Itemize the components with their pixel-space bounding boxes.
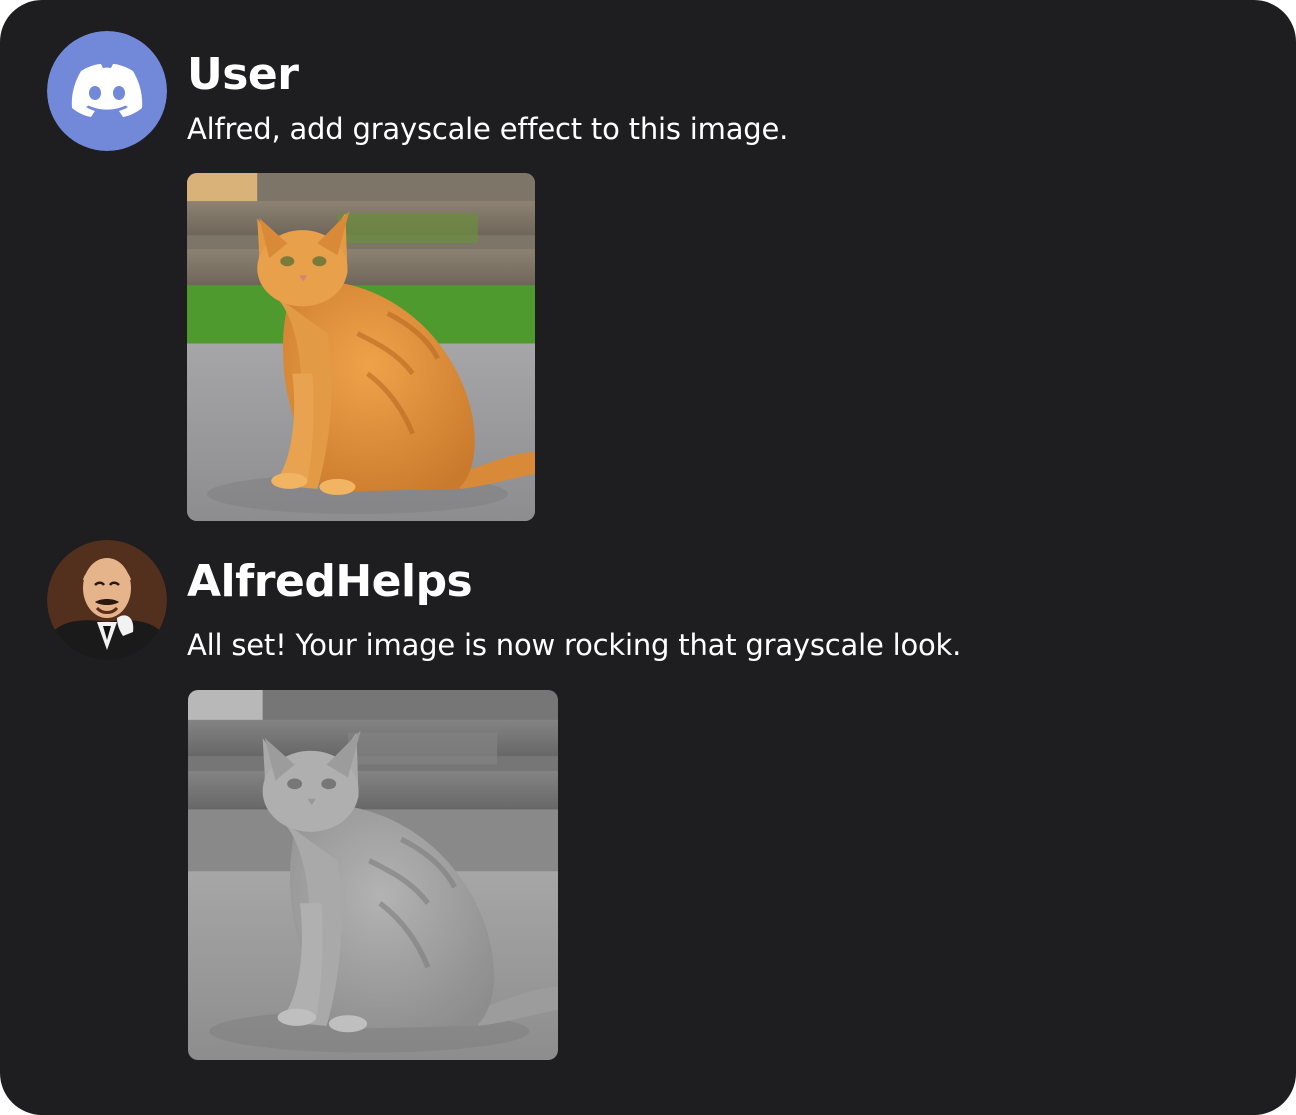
chat-panel: User Alfred, add grayscale effect to thi… (0, 0, 1296, 1115)
message-text: Alfred, add grayscale effect to this ima… (187, 112, 789, 146)
attached-image[interactable] (188, 690, 558, 1060)
message-author-name[interactable]: User (187, 53, 299, 97)
attached-image[interactable] (187, 173, 535, 521)
message-text: All set! Your image is now rocking that … (187, 628, 962, 662)
butler-avatar[interactable] (47, 540, 167, 660)
message-author-name[interactable]: AlfredHelps (187, 560, 473, 604)
discord-logo-icon[interactable] (47, 31, 167, 151)
